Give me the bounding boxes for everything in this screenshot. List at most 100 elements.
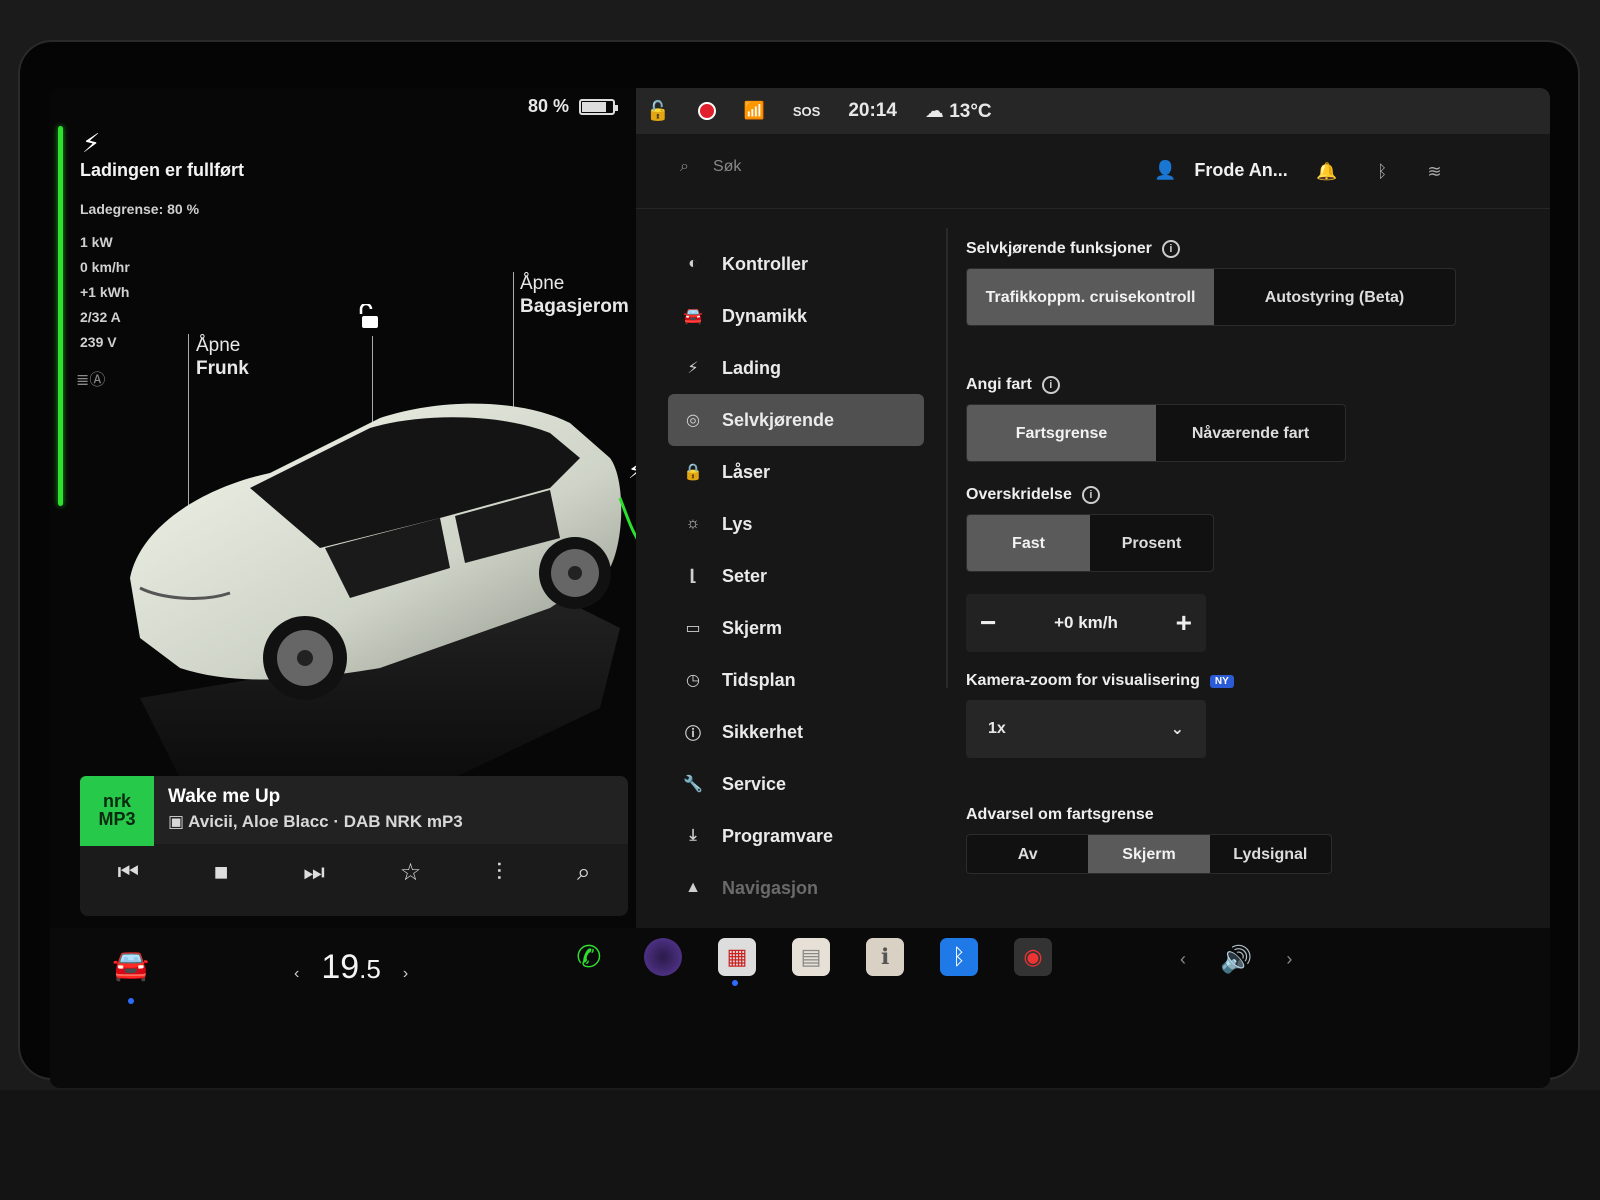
menu-item-3[interactable]: ◎ Selvkjørende bbox=[668, 394, 924, 446]
menu-item-12[interactable]: ▲ Navigasjon bbox=[668, 862, 924, 914]
trunk-label: Bagasjerom bbox=[520, 296, 629, 317]
user-name: Frode An... bbox=[1194, 160, 1288, 180]
auto-headlights-icon[interactable]: ≣Ⓐ bbox=[76, 366, 105, 390]
phone-icon[interactable]: ✆ bbox=[570, 938, 608, 976]
menu-item-label: Lys bbox=[722, 513, 753, 534]
bluetooth-app-icon[interactable]: ᛒ bbox=[940, 938, 978, 976]
info-icon[interactable]: i bbox=[1081, 486, 1100, 504]
dashcam-app-icon[interactable]: ◉ bbox=[1014, 938, 1052, 976]
charge-current: 2/32 A bbox=[80, 309, 121, 325]
volume-control: ‹ 🔊 › bbox=[1180, 944, 1292, 975]
menu-item-1[interactable]: 🚘 Dynamikk bbox=[668, 290, 924, 342]
charge-voltage: 239 V bbox=[80, 334, 117, 350]
menu-item-11[interactable]: ⤓ Programvare bbox=[668, 810, 924, 862]
open-trunk-button[interactable]: Åpne Bagasjerom bbox=[520, 272, 629, 318]
driver-profile[interactable]: 👤 Frode An... bbox=[1154, 160, 1288, 181]
menu-item-label: Lading bbox=[722, 357, 781, 378]
car-icon[interactable]: 🚘 bbox=[112, 948, 149, 983]
menu-item-label: Låser bbox=[722, 461, 771, 482]
next-track-icon[interactable]: ⏭ bbox=[303, 859, 325, 887]
bottom-dock: 🚘 ‹ 19.5 › ✆ ▦ ▤ ℹ ᛒ ◉ ‹ 🔊 › bbox=[50, 928, 1550, 1088]
current-speed-option[interactable]: Nåværende fart bbox=[1156, 405, 1345, 461]
dashcam-record-icon[interactable] bbox=[697, 102, 716, 120]
menu-item-label: Tidsplan bbox=[722, 669, 796, 690]
padlock-icon[interactable]: 🔓 bbox=[646, 99, 670, 123]
menu-item-7[interactable]: ▭ Skjerm bbox=[668, 602, 924, 654]
speaker-icon[interactable]: 🔊 bbox=[1220, 944, 1252, 975]
now-playing[interactable]: nrk MP3 Wake me Up ▣ Avicii, Aloe Blacc … bbox=[80, 776, 628, 846]
car-3d-model[interactable]: ⚡ bbox=[120, 378, 640, 838]
menu-item-6[interactable]: ⌊ Seter bbox=[668, 550, 924, 602]
autopilot-features-heading: Selvkjørende funksjoner i bbox=[966, 240, 1526, 258]
open-frunk-button[interactable]: Åpne Frunk bbox=[196, 334, 249, 380]
unlocked-icon[interactable] bbox=[358, 302, 384, 336]
stop-icon[interactable]: ■ bbox=[214, 859, 229, 887]
set-speed-heading: Angi fart i bbox=[966, 376, 1526, 394]
status-bar: 🔓 📶 SOS 20:14 ☁ 13°C bbox=[636, 88, 1550, 134]
charge-limit: Ladegrense: 80 % bbox=[80, 201, 200, 217]
camera-zoom-heading: Kamera-zoom for visualisering NY bbox=[966, 672, 1526, 690]
seat-icon: ⌊ bbox=[689, 568, 697, 585]
user-icon: 👤 bbox=[1154, 160, 1177, 180]
volume-up-icon[interactable]: › bbox=[1286, 949, 1292, 970]
menu-item-0[interactable]: ◐ Kontroller bbox=[668, 238, 924, 290]
radio-icon: ▣ bbox=[168, 812, 189, 831]
volume-down-icon[interactable]: ‹ bbox=[1180, 949, 1186, 970]
toybox-icon[interactable]: ▦ bbox=[718, 938, 756, 976]
autosteer-option[interactable]: Autostyring (Beta) bbox=[1214, 269, 1455, 325]
warning-off-option[interactable]: Av bbox=[967, 835, 1088, 873]
equalizer-icon[interactable]: ⫶ bbox=[496, 859, 502, 887]
menu-item-label: Kontroller bbox=[722, 253, 809, 274]
fixed-option[interactable]: Fast bbox=[967, 515, 1090, 571]
search-icon: ⌕ bbox=[680, 158, 689, 175]
manual-icon[interactable]: ℹ bbox=[866, 938, 904, 976]
camera-zoom-value: 1x bbox=[988, 720, 1006, 737]
charge-level-bar bbox=[58, 126, 63, 506]
battery-indicator: 80 % bbox=[528, 96, 619, 117]
menu-item-label: Skjerm bbox=[722, 617, 783, 638]
wifi-signal-icon[interactable]: ≋ bbox=[1427, 162, 1441, 182]
temperature-outside: 13°C bbox=[949, 100, 992, 122]
calendar-icon[interactable]: ▤ bbox=[792, 938, 830, 976]
menu-item-10[interactable]: 🔧 Service bbox=[668, 758, 924, 810]
info-icon[interactable]: i bbox=[1041, 376, 1060, 394]
traffic-aware-cruise-option[interactable]: Trafikkoppm. cruisekontroll bbox=[967, 269, 1214, 325]
previous-track-icon[interactable]: ⏮ bbox=[117, 859, 139, 887]
alert-icon: ⓘ bbox=[684, 726, 701, 743]
temp-down-icon[interactable]: ‹ bbox=[294, 965, 299, 983]
warning-chime-option[interactable]: Lydsignal bbox=[1210, 835, 1331, 873]
menu-item-9[interactable]: ⓘ Sikkerhet bbox=[668, 706, 924, 758]
warning-display-option[interactable]: Skjerm bbox=[1088, 835, 1210, 873]
bell-icon[interactable]: 🔔 bbox=[1316, 162, 1337, 182]
minus-icon[interactable]: − bbox=[980, 607, 996, 639]
temp-up-icon[interactable]: › bbox=[403, 965, 408, 983]
speed-limit-option[interactable]: Fartsgrense bbox=[967, 405, 1156, 461]
info-icon[interactable]: i bbox=[1161, 240, 1180, 258]
camera-lens-icon[interactable] bbox=[644, 938, 682, 976]
menu-item-8[interactable]: ◷ Tidsplan bbox=[668, 654, 924, 706]
car-icon: 🚘 bbox=[683, 308, 703, 325]
media-search-icon[interactable]: ⌕ bbox=[577, 859, 590, 887]
wifi-icon: 📶 bbox=[743, 101, 765, 120]
cabin-temperature[interactable]: 19.5 bbox=[321, 948, 381, 987]
lock-icon: 🔒 bbox=[683, 464, 703, 481]
settings-panel: 🔓 📶 SOS 20:14 ☁ 13°C ⌕ Søk 👤 Frode An...… bbox=[636, 88, 1550, 928]
menu-item-2[interactable]: ⚡ Lading bbox=[668, 342, 924, 394]
menu-item-4[interactable]: 🔒 Låser bbox=[668, 446, 924, 498]
menu-item-label: Sikkerhet bbox=[722, 721, 804, 742]
camera-zoom-dropdown[interactable]: 1x ⌄ bbox=[966, 700, 1206, 758]
active-indicator bbox=[128, 998, 134, 1004]
speed-warning-selector: Av Skjerm Lydsignal bbox=[966, 834, 1332, 874]
bluetooth-icon[interactable]: ᛒ bbox=[1377, 162, 1387, 182]
charging-stats: 1 kW 0 km/hr +1 kWh 2/32 A 239 V bbox=[80, 230, 130, 355]
sos-icon[interactable]: SOS bbox=[793, 104, 820, 119]
percent-option[interactable]: Prosent bbox=[1090, 515, 1213, 571]
header-icons: 🔔 ᛒ ≋ bbox=[1316, 162, 1442, 182]
search-field[interactable]: ⌕ Søk bbox=[680, 158, 741, 176]
favorite-star-icon[interactable]: ☆ bbox=[400, 858, 422, 887]
offset-stepper: − +0 km/h + bbox=[966, 594, 1206, 652]
climate-control: ‹ 19.5 › bbox=[294, 948, 408, 987]
menu-item-5[interactable]: ☼ Lys bbox=[668, 498, 924, 550]
charge-rate: 0 km/hr bbox=[80, 259, 130, 275]
plus-icon[interactable]: + bbox=[1176, 607, 1192, 639]
